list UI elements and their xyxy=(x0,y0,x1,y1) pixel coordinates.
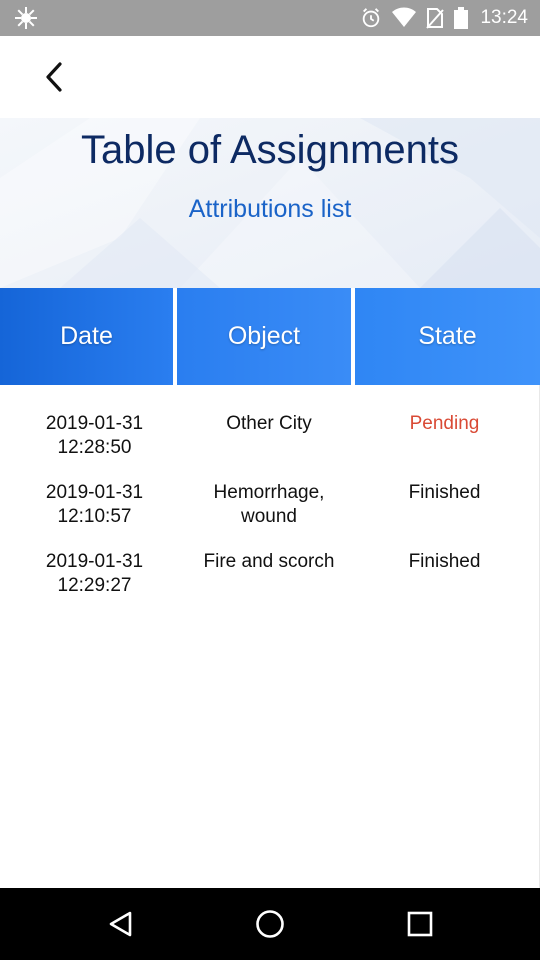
row-object-cell: Hemorrhage, wound xyxy=(189,481,349,529)
notification-icon xyxy=(15,7,37,29)
back-button[interactable] xyxy=(30,52,80,102)
page-subtitle: Attributions list xyxy=(188,195,352,223)
row-time: 12:10:57 xyxy=(57,506,132,527)
back-triangle-icon xyxy=(109,911,132,937)
column-header-state: State xyxy=(355,288,540,385)
recents-square-icon xyxy=(407,911,433,937)
row-state-pending: Pending xyxy=(409,413,480,434)
row-object-cell: Fire and scorch xyxy=(189,550,349,574)
row-time: 12:28:50 xyxy=(57,437,132,458)
row-date: 2019-01-31 xyxy=(45,482,144,503)
row-time: 12:29:27 xyxy=(57,575,132,596)
row-object: Other City xyxy=(226,413,312,434)
table-header: Date Object State xyxy=(0,288,540,385)
row-object-cell: Other City xyxy=(189,412,349,436)
table-row[interactable]: 2019-01-31 12:10:57 Hemorrhage, wound Fi… xyxy=(0,481,540,550)
status-time: 13:24 xyxy=(480,7,528,28)
row-object: Fire and scorch xyxy=(203,551,335,572)
row-date-cell: 2019-01-31 12:29:27 xyxy=(0,550,189,598)
row-object: Hemorrhage, xyxy=(213,482,325,503)
battery-icon xyxy=(454,7,469,29)
row-state-finished: Finished xyxy=(408,551,481,572)
nav-recents-button[interactable] xyxy=(396,900,444,948)
no-sim-icon xyxy=(426,8,445,29)
page-title: Table of Assignments xyxy=(81,128,459,172)
app-bar xyxy=(0,36,540,118)
status-bar: 13:24 xyxy=(0,0,540,36)
row-state-finished: Finished xyxy=(408,482,481,503)
row-date-cell: 2019-01-31 12:28:50 xyxy=(0,412,189,460)
row-date: 2019-01-31 xyxy=(45,413,144,434)
row-date: 2019-01-31 xyxy=(45,551,144,572)
system-nav-bar xyxy=(0,888,540,960)
hero-banner: Table of Assignments Attributions list xyxy=(0,118,540,288)
assignments-table: 2019-01-31 12:28:50 Other City Pending 2… xyxy=(0,385,540,888)
row-object-continued: wound xyxy=(241,506,297,527)
row-date-cell: 2019-01-31 12:10:57 xyxy=(0,481,189,529)
home-circle-icon xyxy=(256,910,284,938)
wifi-icon xyxy=(392,7,417,27)
table-row[interactable]: 2019-01-31 12:29:27 Fire and scorch Fini… xyxy=(0,550,540,619)
nav-home-button[interactable] xyxy=(246,900,294,948)
column-header-object: Object xyxy=(177,288,351,385)
alarm-icon xyxy=(363,8,380,28)
nav-back-button[interactable] xyxy=(97,900,145,948)
chevron-left-icon xyxy=(46,62,62,92)
column-header-date: Date xyxy=(0,288,173,385)
table-row[interactable]: 2019-01-31 12:28:50 Other City Pending xyxy=(0,412,540,481)
